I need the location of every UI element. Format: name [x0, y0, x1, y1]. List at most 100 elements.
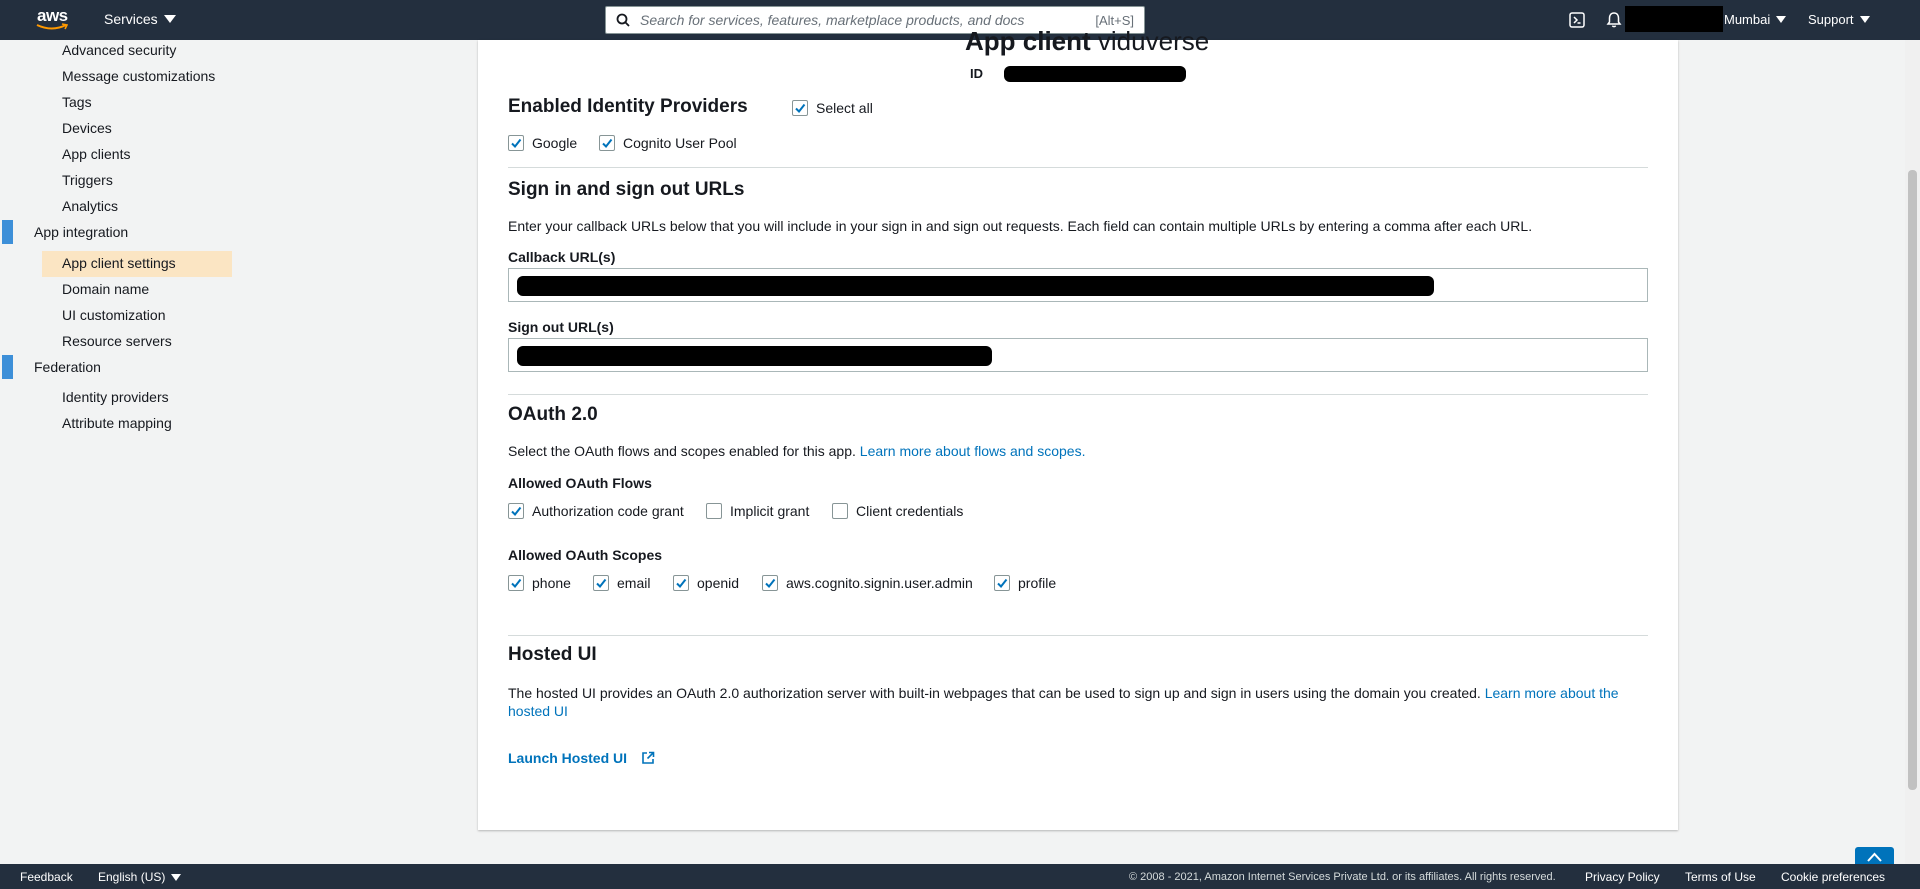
sidebar-item-tags[interactable]: Tags	[62, 94, 92, 110]
chevron-down-icon	[1859, 16, 1870, 23]
sidebar-item-identity-providers[interactable]: Identity providers	[62, 389, 169, 405]
checkbox-checked-icon	[508, 503, 524, 519]
language-label: English (US)	[98, 870, 166, 884]
sidebar-item-ui-customization[interactable]: UI customization	[62, 307, 165, 323]
scope-checkbox-profile[interactable]: profile	[994, 575, 1056, 591]
oauth-description: Select the OAuth flows and scopes enable…	[508, 443, 1085, 459]
identity-providers-heading: Enabled Identity Providers	[508, 96, 748, 117]
urls-description: Enter your callback URLs below that you …	[508, 218, 1533, 234]
support-menu[interactable]: Support	[1808, 12, 1870, 27]
sidebar-item-triggers[interactable]: Triggers	[62, 172, 113, 188]
top-navigation-bar: aws Services [Alt+S] Mumbai Support	[0, 0, 1920, 40]
section-indicator-bar	[2, 355, 13, 379]
sidebar-item-domain-name[interactable]: Domain name	[62, 281, 149, 297]
terms-of-use-link[interactable]: Terms of Use	[1685, 870, 1756, 884]
signout-urls-label: Sign out URL(s)	[508, 319, 614, 335]
scope-checkbox-phone[interactable]: phone	[508, 575, 571, 591]
sidebar-item-devices[interactable]: Devices	[62, 120, 112, 136]
checkbox-checked-icon	[673, 575, 689, 591]
services-menu-button[interactable]: Services	[104, 11, 176, 27]
checkbox-checked-icon	[994, 575, 1010, 591]
signout-urls-input[interactable]	[508, 338, 1648, 372]
chevron-down-icon	[171, 873, 182, 881]
sidebar-item-app-clients[interactable]: App clients	[62, 146, 130, 162]
select-all-checkbox[interactable]: Select all	[792, 100, 873, 116]
chevron-down-icon	[163, 15, 176, 23]
select-all-label: Select all	[816, 100, 873, 116]
hosted-ui-heading: Hosted UI	[508, 644, 597, 665]
sidebar-item-app-client-settings[interactable]: App client settings	[62, 255, 176, 271]
feedback-link[interactable]: Feedback	[20, 870, 73, 884]
allowed-flows-label: Allowed OAuth Flows	[508, 475, 652, 491]
sidebar-item-resource-servers[interactable]: Resource servers	[62, 333, 172, 349]
privacy-policy-link[interactable]: Privacy Policy	[1585, 870, 1660, 884]
language-selector[interactable]: English (US)	[98, 870, 182, 884]
hosted-ui-description: The hosted UI provides an OAuth 2.0 auth…	[508, 684, 1628, 720]
provider-label: Cognito User Pool	[623, 135, 737, 151]
scope-label: profile	[1018, 575, 1057, 591]
section-divider	[508, 167, 1648, 168]
app-client-id-label: ID	[970, 66, 983, 81]
scope-checkbox-email[interactable]: email	[593, 575, 650, 591]
launch-hosted-ui-link[interactable]: Launch Hosted UI	[508, 750, 655, 766]
page-title: App client viduverse	[965, 26, 1209, 57]
footer-bar: Feedback English (US) © 2008 - 2021, Ama…	[0, 864, 1920, 889]
external-link-icon	[642, 751, 655, 764]
scope-label: aws.cognito.signin.user.admin	[786, 575, 973, 591]
scope-label: email	[617, 575, 651, 591]
scrollbar-thumb[interactable]	[1908, 170, 1917, 790]
flow-label: Client credentials	[856, 503, 964, 519]
section-divider	[508, 635, 1648, 636]
support-label: Support	[1808, 12, 1854, 27]
flow-label: Authorization code grant	[532, 503, 684, 519]
sidebar-section-app-integration[interactable]: App integration	[34, 224, 128, 240]
aws-logo[interactable]: aws	[36, 6, 70, 32]
flow-checkbox-implicit[interactable]: Implicit grant	[706, 503, 809, 519]
section-indicator-bar	[2, 220, 13, 244]
redacted-account-name[interactable]	[1625, 6, 1723, 32]
sidebar-navigation: Advanced security Message customizations…	[0, 40, 240, 860]
sidebar-section-federation[interactable]: Federation	[34, 359, 101, 375]
checkbox-checked-icon	[599, 135, 615, 151]
learn-more-flows-link[interactable]: Learn more about flows and scopes.	[860, 443, 1086, 459]
provider-label: Google	[532, 135, 578, 151]
section-divider	[508, 394, 1648, 395]
sidebar-item-analytics[interactable]: Analytics	[62, 198, 118, 214]
provider-checkbox-google[interactable]: Google	[508, 135, 577, 151]
chevron-down-icon	[1776, 16, 1787, 23]
launch-hosted-ui-label: Launch Hosted UI	[508, 750, 628, 766]
callback-urls-label: Callback URL(s)	[508, 249, 616, 265]
copyright-text: © 2008 - 2021, Amazon Internet Services …	[1129, 871, 1556, 883]
page-title-prefix: App client	[965, 26, 1091, 56]
hosted-ui-description-text: The hosted UI provides an OAuth 2.0 auth…	[508, 685, 1481, 701]
redacted-client-id	[1004, 66, 1186, 82]
urls-heading: Sign in and sign out URLs	[508, 179, 745, 200]
sidebar-item-message-customizations[interactable]: Message customizations	[62, 68, 215, 84]
scope-checkbox-openid[interactable]: openid	[673, 575, 739, 591]
services-label: Services	[104, 11, 158, 27]
sidebar-item-advanced-security[interactable]: Advanced security	[62, 42, 176, 58]
cloudshell-icon[interactable]	[1569, 12, 1585, 28]
bell-icon[interactable]	[1605, 11, 1623, 29]
region-selector[interactable]: Mumbai	[1724, 12, 1787, 27]
sidebar-item-attribute-mapping[interactable]: Attribute mapping	[62, 415, 172, 431]
region-label: Mumbai	[1724, 12, 1771, 27]
checkbox-unchecked-icon	[832, 503, 848, 519]
scope-checkbox-cognito-admin[interactable]: aws.cognito.signin.user.admin	[762, 575, 973, 591]
redacted-signout-url	[517, 346, 992, 366]
checkbox-checked-icon	[508, 135, 524, 151]
callback-urls-input[interactable]	[508, 268, 1648, 302]
checkbox-checked-icon	[762, 575, 778, 591]
cookie-preferences-link[interactable]: Cookie preferences	[1781, 870, 1885, 884]
oauth-heading: OAuth 2.0	[508, 404, 598, 425]
checkbox-checked-icon	[593, 575, 609, 591]
checkbox-checked-icon	[792, 100, 808, 116]
redacted-callback-url	[517, 276, 1434, 296]
oauth-description-text: Select the OAuth flows and scopes enable…	[508, 443, 856, 459]
flow-checkbox-authorization-code[interactable]: Authorization code grant	[508, 503, 684, 519]
flow-checkbox-client-credentials[interactable]: Client credentials	[832, 503, 963, 519]
provider-checkbox-cognito[interactable]: Cognito User Pool	[599, 135, 737, 151]
scope-label: openid	[697, 575, 740, 591]
page-title-app-name: viduverse	[1097, 26, 1210, 56]
search-icon	[616, 13, 630, 27]
